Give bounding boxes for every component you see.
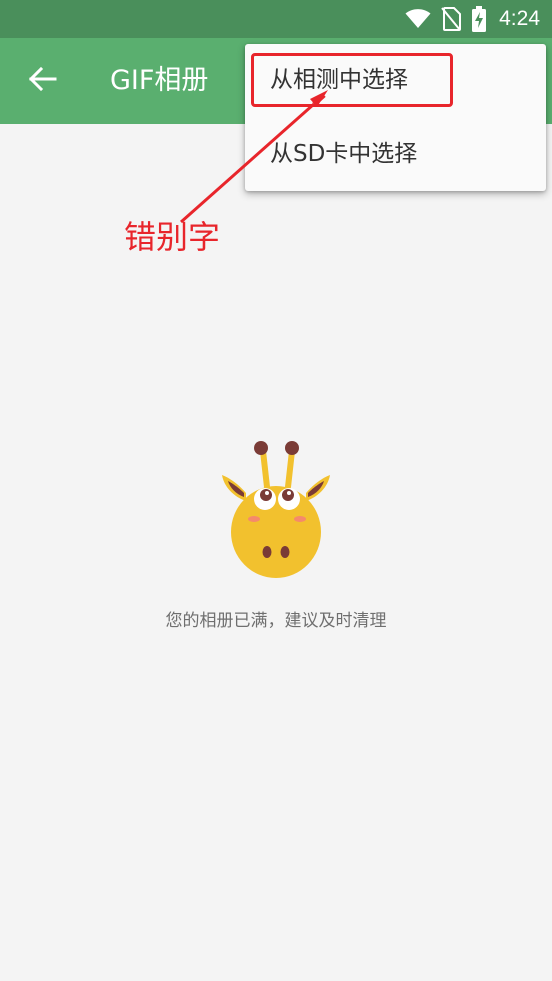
annotation-arrow (180, 90, 328, 224)
app-screen: 4:24 GIF相册 从相测中选择 从SD卡中选择 错别字 您的相册已满，建议及… (0, 0, 552, 981)
giraffe-mascot-icon (216, 437, 336, 582)
annotation-label: 错别字 (124, 218, 221, 256)
empty-state-message: 您的相册已满，建议及时清理 (165, 611, 387, 631)
